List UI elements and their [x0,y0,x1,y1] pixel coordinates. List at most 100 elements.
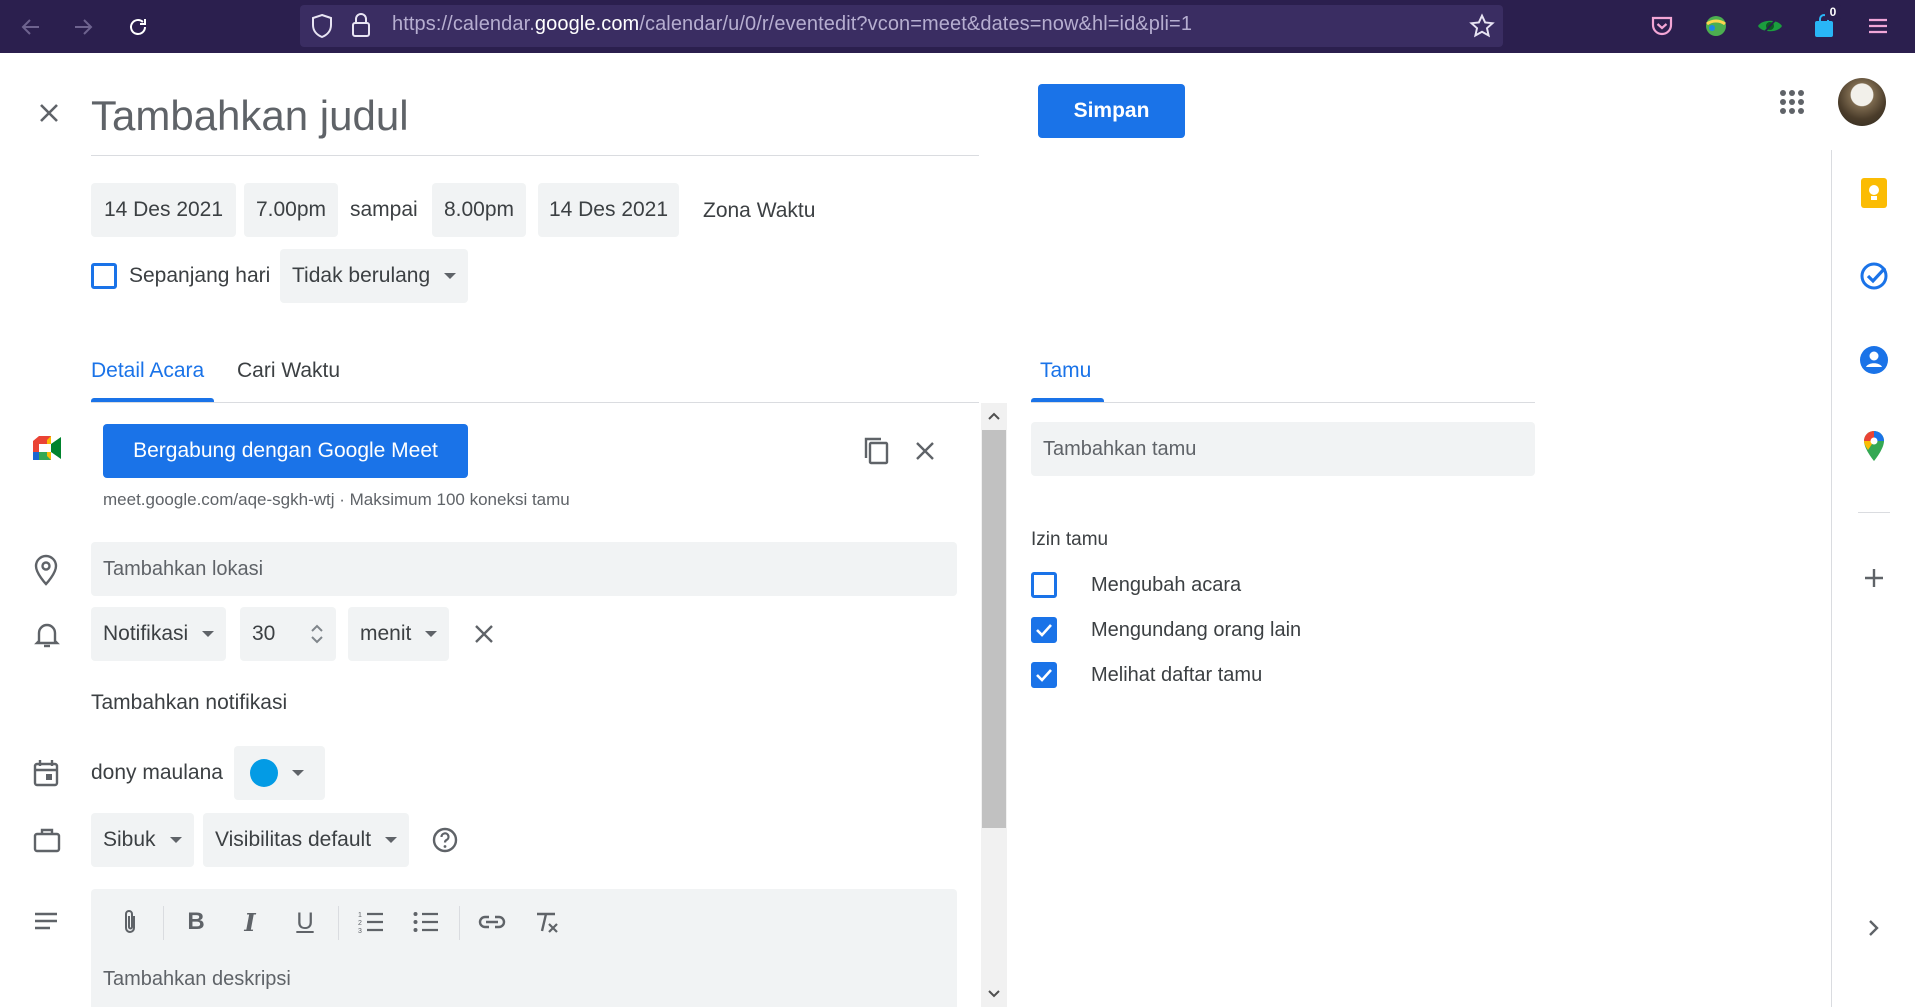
toolbar-divider [338,906,339,940]
toolbar-divider [459,906,460,940]
scroll-up-icon[interactable] [987,411,1001,421]
chevron-right-icon[interactable] [1856,910,1892,946]
reload-icon [130,19,146,35]
chevron-down-icon [169,837,182,843]
scrollbar-thumb[interactable] [982,430,1006,828]
clear-formatting-icon[interactable] [529,904,565,940]
availability-dropdown[interactable]: Sibuk [91,813,194,867]
bulleted-list-icon[interactable] [408,904,444,940]
link-icon[interactable] [474,904,510,940]
apps-grid-icon[interactable] [1774,84,1810,120]
italic-icon[interactable]: I [232,904,268,940]
pocket-icon[interactable] [1646,10,1678,42]
tab-guests[interactable]: Tamu [1040,359,1091,383]
contacts-icon[interactable] [1856,342,1892,378]
start-time-chip[interactable]: 7.00pm [244,183,338,237]
guest-permissions-title: Izin tamu [1031,529,1109,550]
help-icon[interactable] [431,826,459,859]
chevron-down-icon [385,837,398,843]
extension-badge: 0 [1825,4,1841,20]
add-notification-button[interactable]: Tambahkan notifikasi [91,691,287,715]
availability-value: Sibuk [103,828,156,851]
back-button[interactable] [14,10,48,44]
copy-icon[interactable] [861,435,891,472]
lock-icon[interactable] [350,12,372,43]
url-host: google.com [534,13,640,35]
svg-text:3: 3 [358,928,362,934]
checkmark-icon [1036,669,1052,682]
end-date-chip[interactable]: 14 Des 2021 [538,183,679,237]
description-lines-icon [33,911,59,938]
notification-value: 30 [252,622,276,645]
notification-unit-dropdown[interactable]: menit [348,607,450,661]
stepper-arrows-icon[interactable] [310,621,324,647]
close-icon[interactable] [32,96,66,130]
notification-type-value: Notifikasi [103,622,189,645]
forward-button[interactable] [66,10,100,44]
chevron-down-icon [444,273,457,279]
numbered-list-icon[interactable]: 123 [353,904,389,940]
add-guests-input[interactable]: Tambahkan tamu [1031,422,1535,476]
chevron-down-icon [292,770,304,776]
start-date-chip[interactable]: 14 Des 2021 [91,183,236,237]
chevron-down-icon [202,631,215,637]
tab-event-details[interactable]: Detail Acara [91,359,204,383]
permission-modify-event-checkbox[interactable] [1031,572,1057,598]
timezone-button[interactable]: Zona Waktu [703,199,815,223]
location-input[interactable]: Tambahkan lokasi [91,542,957,596]
end-time-chip[interactable]: 8.00pm [432,183,526,237]
url-suffix: /calendar/u/0/r/eventedit?vcon=meet&date… [639,13,1193,35]
join-google-meet-button[interactable]: Bergabung dengan Google Meet [103,424,468,478]
extension-eye-icon[interactable] [1754,10,1786,42]
maps-icon[interactable] [1856,428,1892,464]
permission-label: Mengubah acara [1091,574,1242,596]
scroll-down-icon[interactable] [987,989,1001,999]
shield-icon[interactable] [310,13,334,44]
permission-see-guests-checkbox[interactable] [1031,662,1057,688]
detail-scrollbar[interactable] [981,403,1007,1007]
remove-meet-icon[interactable] [914,440,936,467]
permission-invite-others-checkbox[interactable] [1031,617,1057,643]
meet-info: meet.google.com/aqe-sgkh-wtj · Maksimum … [103,490,570,509]
title-field[interactable]: Tambahkan judul [91,88,979,156]
toolbar-divider [163,906,164,940]
add-guests-placeholder: Tambahkan tamu [1043,438,1197,460]
attachment-icon[interactable] [112,904,148,940]
range-separator: sampai [350,198,418,221]
reload-button[interactable] [121,10,155,44]
google-meet-icon [31,435,63,466]
all-day-label: Sepanjang hari [129,264,271,287]
notification-unit-value: menit [360,622,412,645]
all-day-checkbox[interactable] [91,263,117,289]
description-placeholder: Tambahkan deskripsi [103,968,291,990]
browser-toolbar: https://calendar.google.com/calendar/u/0… [0,0,1915,53]
visibility-dropdown[interactable]: Visibilitas default [203,813,410,867]
avatar[interactable] [1838,78,1886,126]
remove-notification-icon[interactable] [473,623,495,650]
title-placeholder: Tambahkan judul [91,92,409,139]
bell-icon [34,621,60,654]
save-button[interactable]: Simpan [1038,84,1185,138]
bookmark-star-icon[interactable] [1469,13,1495,44]
notification-value-stepper[interactable]: 30 [240,607,336,661]
url-text[interactable]: https://calendar.google.com/calendar/u/0… [392,13,1192,36]
calendar-icon [33,759,59,792]
calendar-color-dropdown[interactable] [234,746,325,800]
guests-divider [1031,402,1535,403]
tabs-divider [91,402,979,403]
tab-find-time[interactable]: Cari Waktu [237,359,340,383]
tasks-icon[interactable] [1856,258,1892,294]
url-prefix: https://calendar. [392,13,535,35]
extension-globe-icon[interactable] [1700,10,1732,42]
notification-type-dropdown[interactable]: Notifikasi [91,607,227,661]
keep-icon[interactable] [1856,175,1892,211]
bold-icon[interactable]: B [178,904,214,940]
add-addon-icon[interactable] [1856,560,1892,596]
menu-hamburger-icon[interactable] [1862,10,1894,42]
permission-label: Mengundang orang lain [1091,619,1302,641]
underline-icon[interactable]: U [287,904,323,940]
repeat-dropdown[interactable]: Tidak berulang [280,249,469,303]
checkmark-icon [1036,624,1052,637]
repeat-value: Tidak berulang [292,264,431,287]
briefcase-icon [33,827,61,858]
